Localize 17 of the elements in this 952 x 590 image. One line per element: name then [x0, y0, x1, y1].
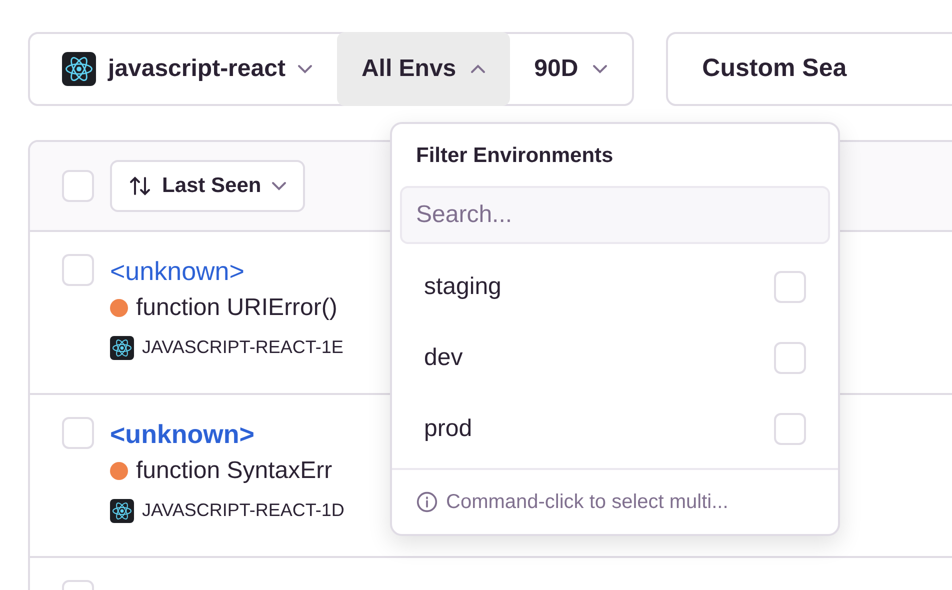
environment-selector[interactable]: All Envs: [337, 32, 510, 106]
issue-title-link[interactable]: <unknown>: [110, 254, 244, 288]
project-selector[interactable]: javascript-react: [30, 34, 338, 104]
environment-option[interactable]: prod: [392, 394, 838, 464]
search-field[interactable]: Search...: [400, 186, 830, 244]
hint-text: Command-click to select multi...: [446, 490, 728, 515]
period-selector[interactable]: 90D: [510, 34, 632, 104]
issue-title-link[interactable]: <unknown>: [110, 417, 254, 451]
sort-button[interactable]: Last Seen: [110, 160, 306, 212]
dropdown-title: Filter Environments: [415, 143, 614, 169]
environment-option[interactable]: dev: [392, 322, 838, 394]
issue-id: JAVASCRIPT-REACT-1E: [142, 336, 344, 359]
issue-message: function SyntaxErr: [136, 456, 332, 486]
environment-option[interactable]: staging: [392, 252, 838, 322]
issue-message: function URIError(): [136, 293, 338, 323]
issue-id: JAVASCRIPT-REACT-1D: [142, 499, 344, 522]
custom-search-button[interactable]: Custom Sea: [666, 32, 952, 106]
